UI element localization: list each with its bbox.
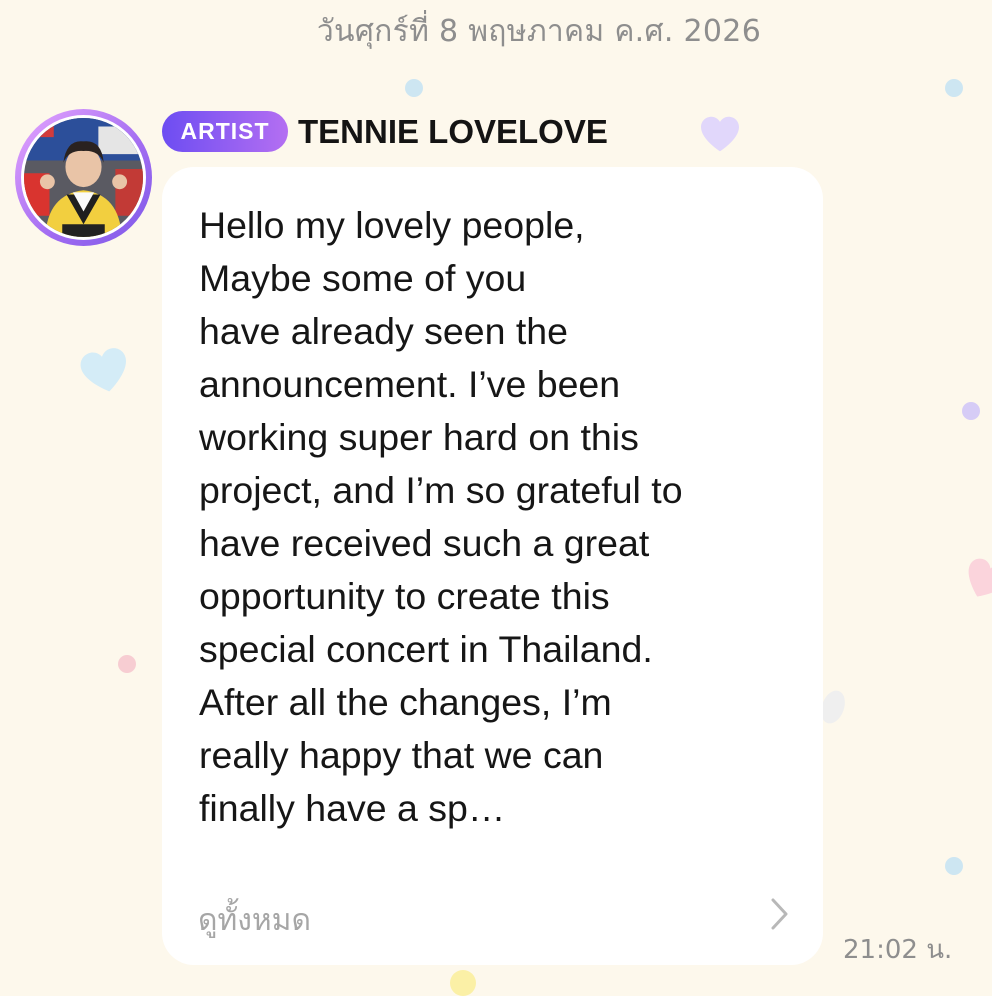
decor-dot	[118, 655, 136, 673]
decor-heart-icon	[80, 348, 126, 392]
message-bubble[interactable]: Hello my lovely people, Maybe some of yo…	[162, 167, 823, 965]
decor-dot	[405, 79, 423, 97]
decor-heart-icon	[968, 558, 992, 597]
avatar[interactable]	[15, 109, 152, 246]
avatar-photo	[24, 118, 143, 237]
see-all-link[interactable]: ดูทั้งหมด	[198, 897, 311, 944]
chevron-right-icon[interactable]	[766, 896, 792, 932]
message-timestamp: 21:02 น.	[843, 935, 953, 965]
sender-name[interactable]: TENNIE LOVELOVE	[298, 111, 608, 152]
decor-dot	[962, 402, 980, 420]
decor-dot	[450, 970, 476, 996]
artist-badge: ARTIST	[162, 111, 288, 152]
decor-heart-icon	[701, 116, 739, 152]
decor-dot	[945, 79, 963, 97]
date-header: วันศุกร์ที่ 8 พฤษภาคม ค.ศ. 2026	[316, 14, 762, 49]
decor-dot	[945, 857, 963, 875]
message-text: Hello my lovely people, Maybe some of yo…	[199, 204, 683, 829]
